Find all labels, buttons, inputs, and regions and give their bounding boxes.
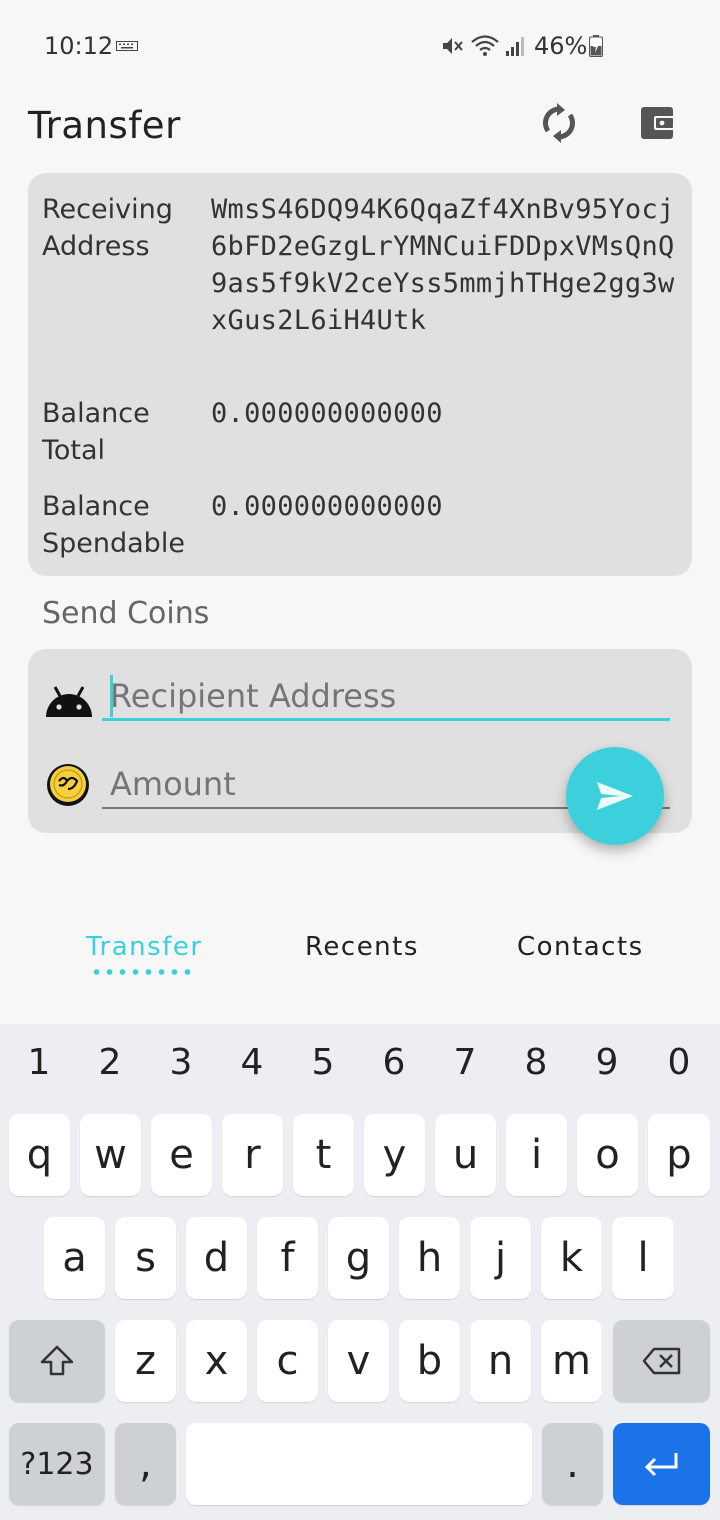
key-x[interactable]: x <box>186 1320 247 1402</box>
key-j[interactable]: j <box>470 1217 531 1299</box>
tab-transfer[interactable]: Transfer <box>86 932 203 962</box>
key-p[interactable]: p <box>648 1114 710 1196</box>
balance-spendable-label: Balance Spendable <box>42 491 185 559</box>
receiving-address-value: WmsS46DQ94K6QqaZf4XnBv95Yocj6bFD2eGzgLrY… <box>211 194 675 336</box>
key-l[interactable]: l <box>612 1217 674 1299</box>
key-v[interactable]: v <box>328 1320 389 1402</box>
key-5[interactable]: 5 <box>303 1042 343 1083</box>
signal-icon <box>506 37 524 56</box>
battery-percent: 46% <box>534 32 588 60</box>
period-key[interactable]: . <box>542 1423 603 1505</box>
active-tab-indicator <box>90 968 194 976</box>
keyboard-icon <box>116 41 138 51</box>
key-0[interactable]: 0 <box>659 1042 699 1083</box>
wifi-icon <box>471 35 499 56</box>
key-o[interactable]: o <box>577 1114 638 1196</box>
page-title: Transfer <box>28 104 181 147</box>
key-6[interactable]: 6 <box>374 1042 414 1083</box>
key-7[interactable]: 7 <box>445 1042 485 1083</box>
comma-key[interactable]: , <box>115 1423 176 1505</box>
battery-charging-icon <box>589 35 603 57</box>
backspace-icon <box>642 1347 680 1375</box>
key-z[interactable]: z <box>115 1320 176 1402</box>
sync-button[interactable] <box>536 100 582 146</box>
balance-total-value: 0.000000000000 <box>211 398 443 429</box>
balance-total-label: Balance Total <box>42 398 150 466</box>
key-w[interactable]: w <box>80 1114 141 1196</box>
number-row: 1 2 3 4 5 6 7 8 9 0 <box>0 1042 720 1092</box>
tab-contacts[interactable]: Contacts <box>517 932 644 962</box>
key-n[interactable]: n <box>470 1320 531 1402</box>
key-f[interactable]: f <box>257 1217 318 1299</box>
key-e[interactable]: e <box>151 1114 212 1196</box>
soft-keyboard: 1 2 3 4 5 6 7 8 9 0 q w e r t y u i o p … <box>0 1024 720 1520</box>
key-t[interactable]: t <box>293 1114 354 1196</box>
key-c[interactable]: c <box>257 1320 318 1402</box>
key-m[interactable]: m <box>541 1320 602 1402</box>
key-g[interactable]: g <box>328 1217 389 1299</box>
key-1[interactable]: 1 <box>19 1042 59 1083</box>
key-q[interactable]: q <box>9 1114 70 1196</box>
text-cursor <box>110 675 113 717</box>
key-2[interactable]: 2 <box>90 1042 130 1083</box>
enter-key[interactable] <box>613 1423 710 1505</box>
key-u[interactable]: u <box>435 1114 496 1196</box>
key-k[interactable]: k <box>541 1217 602 1299</box>
key-8[interactable]: 8 <box>516 1042 556 1083</box>
enter-icon <box>644 1453 677 1477</box>
shift-key[interactable] <box>9 1320 105 1402</box>
key-4[interactable]: 4 <box>232 1042 272 1083</box>
key-y[interactable]: y <box>364 1114 425 1196</box>
key-r[interactable]: r <box>222 1114 283 1196</box>
mute-icon <box>443 38 463 54</box>
key-d[interactable]: d <box>186 1217 247 1299</box>
send-coins-card <box>28 649 692 845</box>
balance-spendable-value: 0.000000000000 <box>211 491 443 522</box>
symbols-key[interactable]: ?123 <box>9 1423 105 1505</box>
status-bar: 10:12 46% <box>0 0 720 92</box>
send-coins-title: Send Coins <box>42 596 210 631</box>
key-a[interactable]: a <box>44 1217 105 1299</box>
key-b[interactable]: b <box>399 1320 460 1402</box>
tab-recents[interactable]: Recents <box>305 932 419 962</box>
wallet-icon <box>641 107 675 139</box>
wallet-button[interactable] <box>634 100 680 146</box>
status-time: 10:12 <box>44 32 114 60</box>
android-icon <box>46 686 92 717</box>
shift-icon <box>40 1345 74 1376</box>
key-9[interactable]: 9 <box>587 1042 627 1083</box>
backspace-key[interactable] <box>613 1320 710 1402</box>
key-i[interactable]: i <box>506 1114 567 1196</box>
wallet-info-card: Receiving Address WmsS46DQ94K6QqaZf4XnBv… <box>28 173 692 576</box>
sync-icon <box>542 103 576 143</box>
receiving-address-label: Receiving Address <box>42 194 173 262</box>
coin-icon <box>47 764 89 806</box>
space-key[interactable] <box>186 1423 532 1505</box>
send-button[interactable] <box>566 747 664 845</box>
key-3[interactable]: 3 <box>161 1042 201 1083</box>
key-h[interactable]: h <box>399 1217 460 1299</box>
key-s[interactable]: s <box>115 1217 176 1299</box>
send-icon <box>597 782 633 810</box>
recipient-address-input[interactable] <box>102 673 670 721</box>
